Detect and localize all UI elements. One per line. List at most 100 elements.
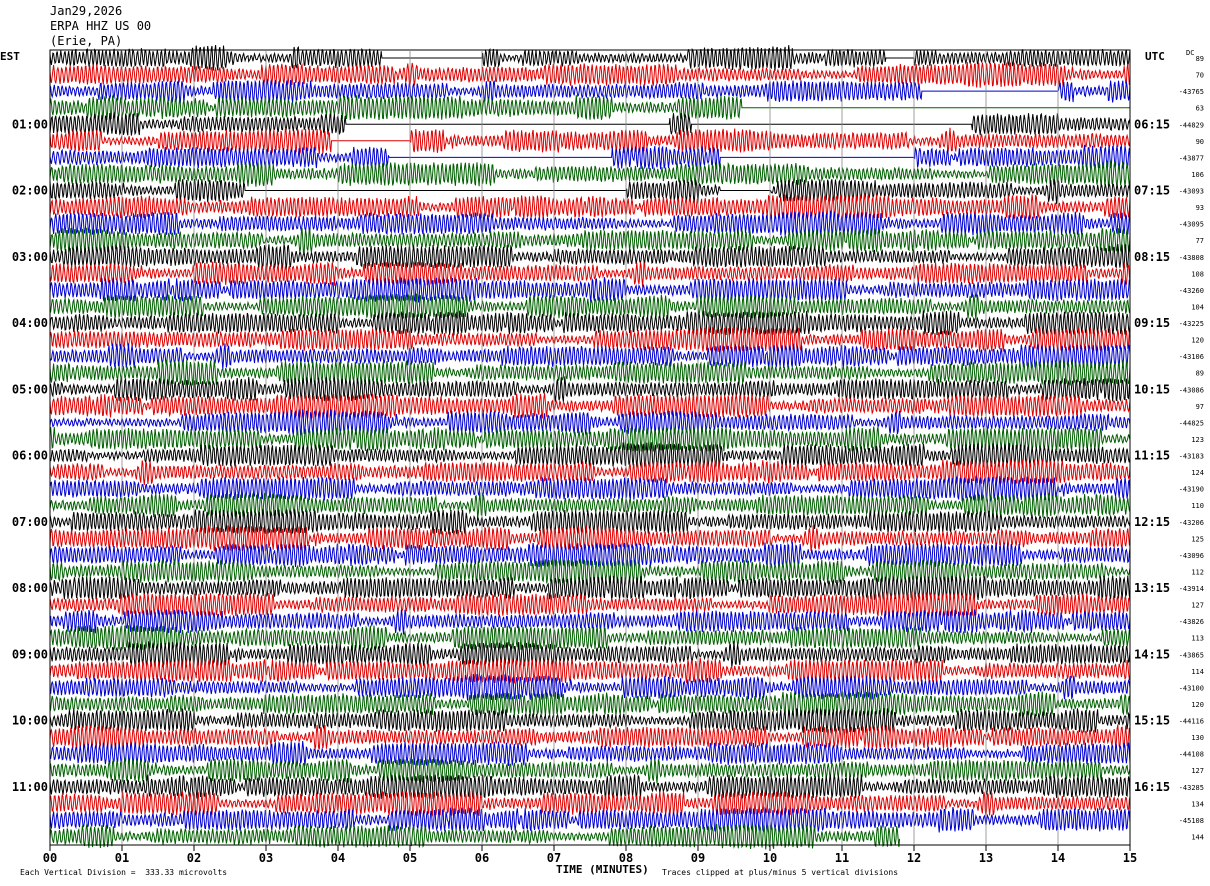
right-hour-label: 14:15 [1134, 647, 1170, 661]
x-tick-label: 02 [187, 851, 201, 865]
x-tick-label: 09 [691, 851, 705, 865]
station-label: ERPA HHZ US 00 [50, 19, 152, 33]
trace-row-1 [49, 61, 1131, 88]
scale-note: Each Vertical Division = 333.33 microvol… [20, 868, 228, 877]
left-hour-label: 08:00 [12, 581, 48, 595]
right-hour-label: 12:15 [1134, 515, 1170, 529]
trace-row-37 [49, 657, 1131, 684]
left-timezone-label: EST [0, 50, 20, 63]
dc-offset-label: 123 [1191, 436, 1204, 444]
left-hour-label: 05:00 [12, 382, 48, 396]
trace-row-8 [49, 178, 1131, 204]
dc-offset-label: 134 [1191, 800, 1204, 808]
dc-offset-label: -43095 [1179, 221, 1204, 229]
left-hour-label: 03:00 [12, 250, 48, 264]
dc-offset-label: 70 [1196, 72, 1204, 80]
trace-row-43 [49, 758, 1131, 784]
dc-offset-label: 127 [1191, 767, 1204, 775]
dc-offset-label: -43260 [1179, 287, 1204, 295]
dc-offset-label: 104 [1191, 303, 1204, 311]
dc-offset-label: -43808 [1179, 254, 1204, 262]
trace-row-10 [49, 210, 1131, 237]
clip-note: Traces clipped at plus/minus 5 vertical … [662, 868, 899, 877]
trace-row-26 [49, 475, 1131, 502]
dc-offset-label: 89 [1196, 370, 1204, 378]
dc-offset-label: -44108 [1179, 751, 1204, 759]
dc-offset-label: -44829 [1179, 121, 1204, 129]
x-tick-label: 01 [115, 851, 129, 865]
right-hour-label: 08:15 [1134, 250, 1170, 264]
dc-offset-label: 120 [1191, 701, 1204, 709]
left-hour-label: 06:00 [12, 449, 48, 463]
dc-offset-label: 113 [1191, 635, 1204, 643]
right-hour-label: 16:15 [1134, 780, 1170, 794]
right-hour-label: 15:15 [1134, 714, 1170, 728]
dc-offset-label: 63 [1196, 105, 1204, 113]
x-axis-title: TIME (MINUTES) [556, 863, 649, 876]
dc-offset-label: 125 [1191, 535, 1204, 543]
trace-row-7 [49, 160, 1131, 188]
x-tick-label: 14 [1051, 851, 1065, 865]
right-timezone-label: UTC [1145, 50, 1165, 63]
dc-offset-label: -44116 [1179, 718, 1204, 726]
trace-row-40 [49, 707, 1131, 734]
helicorder-plot: 89 70 -43765 63 -44829 90 -43877 106 -43093 93 -43… [12, 45, 1204, 865]
dc-offset-label: -43865 [1179, 651, 1204, 659]
x-tick-label: 13 [979, 851, 993, 865]
trace-row-3 [49, 94, 1130, 121]
dc-header-label: DC [1186, 49, 1195, 57]
x-tick-label: 11 [835, 851, 849, 865]
x-tick-label: 04 [331, 851, 345, 865]
trace-row-39 [49, 691, 1131, 717]
x-tick-label: 06 [475, 851, 489, 865]
dc-offset-label: -43096 [1179, 552, 1204, 560]
dc-offset-label: 77 [1196, 237, 1204, 245]
dc-offset-label: 144 [1191, 833, 1204, 841]
right-hour-label: 06:15 [1134, 117, 1170, 131]
right-hour-label: 10:15 [1134, 382, 1170, 396]
dc-offset-label: 90 [1196, 138, 1204, 146]
x-tick-label: 05 [403, 851, 417, 865]
right-hour-label: 13:15 [1134, 581, 1170, 595]
dc-offset-label: 106 [1191, 171, 1204, 179]
dc-offset-label: 120 [1191, 337, 1204, 345]
dc-offset-label: -44825 [1179, 419, 1204, 427]
trace-row-30 [49, 541, 1131, 568]
trace-row-6 [49, 144, 1131, 170]
left-hour-label: 10:00 [12, 714, 48, 728]
trace-row-11 [49, 227, 1131, 254]
dc-offset-label: -43183 [1179, 453, 1204, 461]
right-hour-label: 11:15 [1134, 449, 1170, 463]
dc-offset-label: -45108 [1179, 817, 1204, 825]
trace-row-42 [49, 740, 1131, 767]
dc-offset-label: -43877 [1179, 154, 1204, 162]
dc-offset-label: 124 [1191, 469, 1204, 477]
dc-offset-label: 93 [1196, 204, 1204, 212]
x-tick-label: 10 [763, 851, 777, 865]
dc-offset-label: -43826 [1179, 618, 1204, 626]
left-hour-label: 07:00 [12, 515, 48, 529]
trace-row-21 [49, 392, 1131, 419]
left-hour-label: 11:00 [12, 780, 48, 794]
x-tick-label: 15 [1123, 851, 1137, 865]
dc-offset-label: 97 [1196, 403, 1204, 411]
dc-offset-label: -43100 [1179, 684, 1204, 692]
dc-offset-label: -43765 [1179, 88, 1204, 96]
dc-offset-label: 127 [1191, 602, 1204, 610]
trace-row-47 [49, 823, 901, 850]
left-hour-label: 04:00 [12, 316, 48, 330]
right-hour-label: 09:15 [1134, 316, 1170, 330]
dc-offset-label: 112 [1191, 568, 1204, 576]
x-tick-label: 03 [259, 851, 273, 865]
dc-offset-label: -43093 [1179, 188, 1204, 196]
dc-offset-label: -43206 [1179, 519, 1204, 527]
dc-offset-label: 114 [1191, 668, 1204, 676]
dc-offset-label: -43190 [1179, 486, 1204, 494]
x-tick-label: 00 [43, 851, 57, 865]
dc-offset-label: 110 [1191, 502, 1204, 510]
dc-offset-label: -43086 [1179, 386, 1204, 394]
x-tick-label: 12 [907, 851, 921, 865]
dc-offset-label: -43225 [1179, 320, 1204, 328]
dc-offset-label: -43106 [1179, 353, 1204, 361]
trace-row-32 [49, 575, 1131, 601]
